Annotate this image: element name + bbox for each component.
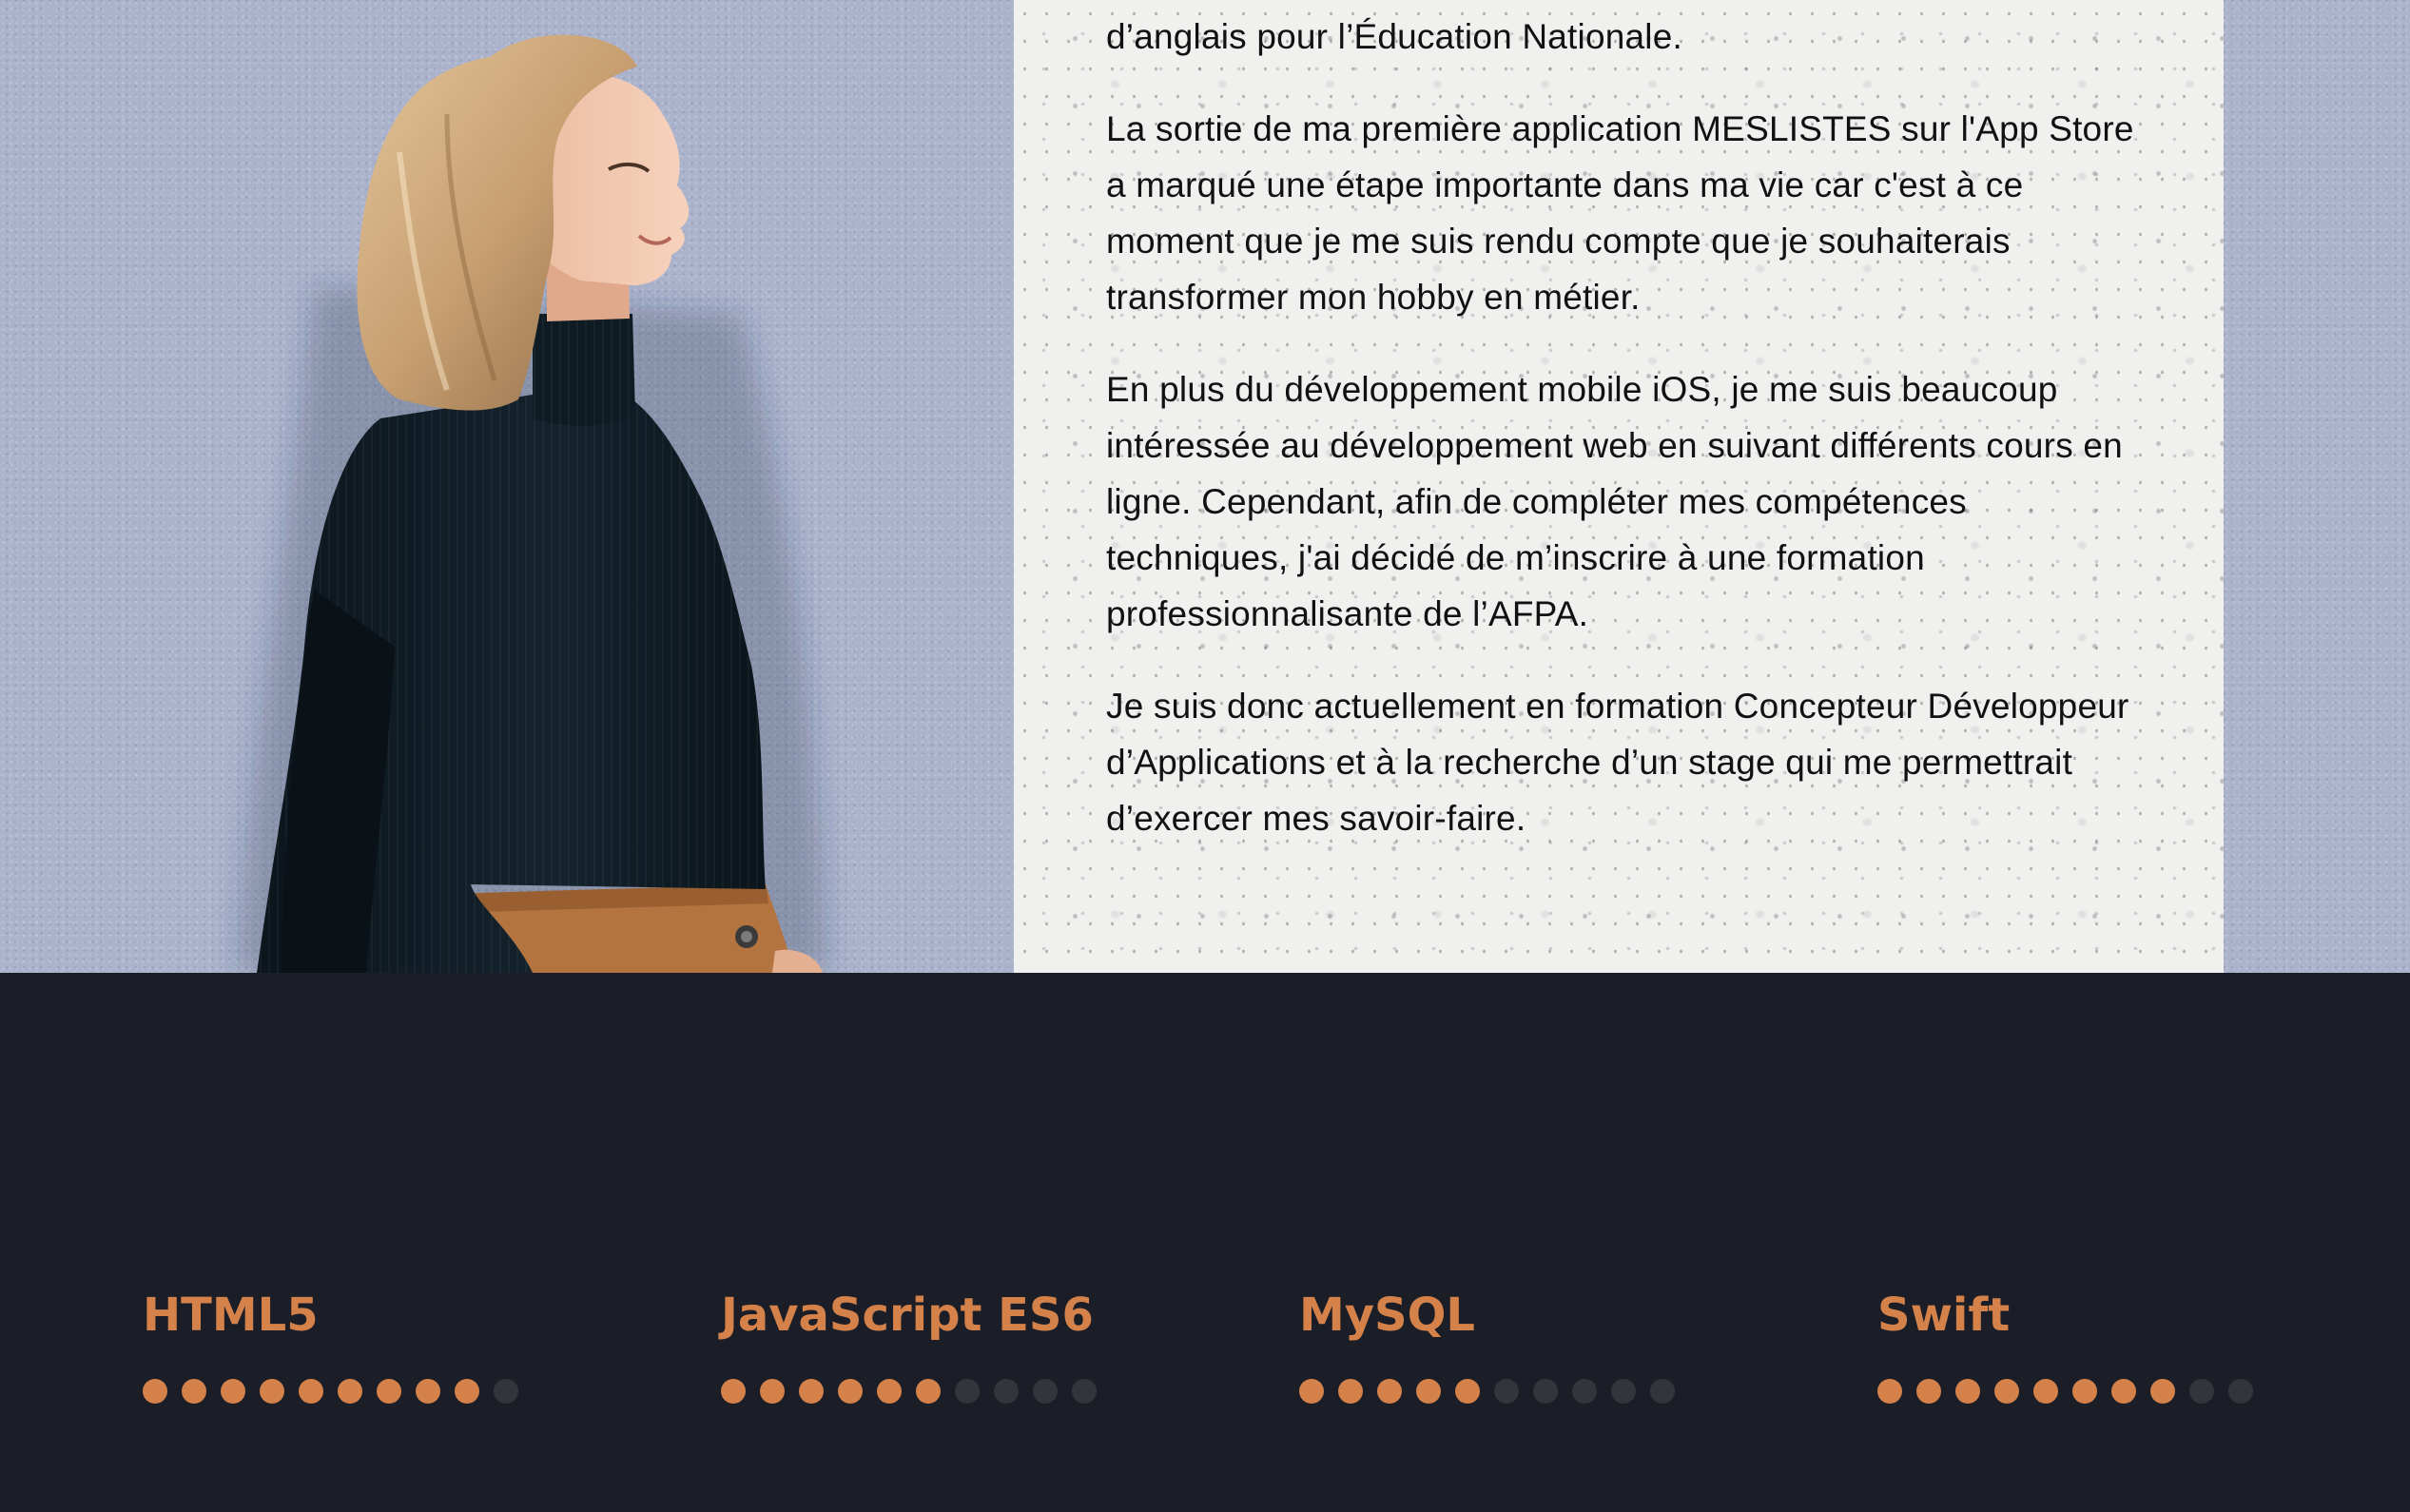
portrait-photo — [0, 0, 1014, 973]
rating-dot-filled — [1877, 1379, 1902, 1404]
rating-dot-empty — [1072, 1379, 1097, 1404]
skill-rating — [721, 1379, 1177, 1404]
rating-dot-filled — [760, 1379, 785, 1404]
rating-dot-empty — [494, 1379, 518, 1404]
rating-dot-filled — [2150, 1379, 2175, 1404]
rating-dot-filled — [1416, 1379, 1441, 1404]
rating-dot-filled — [455, 1379, 479, 1404]
rating-dot-empty — [1533, 1379, 1558, 1404]
rating-dot-filled — [1299, 1379, 1324, 1404]
skill-rating — [143, 1379, 599, 1404]
rating-dot-empty — [994, 1379, 1019, 1404]
rating-dot-empty — [2189, 1379, 2214, 1404]
rating-dot-filled — [260, 1379, 284, 1404]
bio-paragraph-2: La sortie de ma première application MES… — [1106, 109, 2134, 317]
rating-dot-empty — [1494, 1379, 1519, 1404]
rating-dot-filled — [799, 1379, 824, 1404]
rating-dot-filled — [1955, 1379, 1980, 1404]
portrait-illustration — [238, 34, 827, 973]
bio-paragraph-1: d’anglais pour l’Éducation Nationale. — [1106, 17, 1682, 56]
rating-dot-filled — [377, 1379, 401, 1404]
rating-dot-empty — [955, 1379, 980, 1404]
rating-dot-filled — [1377, 1379, 1402, 1404]
skill-rating — [1877, 1379, 2334, 1404]
skills-section: HTML5 JavaScript ES6 MySQL Swift — [0, 973, 2410, 1512]
rating-dot-filled — [182, 1379, 206, 1404]
skill-mysql: MySQL — [1299, 1287, 1756, 1404]
rating-dot-filled — [338, 1379, 362, 1404]
skill-swift: Swift — [1877, 1287, 2334, 1404]
rating-dot-filled — [416, 1379, 440, 1404]
skill-html5: HTML5 — [143, 1287, 599, 1404]
rating-dot-empty — [1572, 1379, 1597, 1404]
rating-dot-filled — [1916, 1379, 1941, 1404]
rating-dot-filled — [1455, 1379, 1480, 1404]
bio-text: d’anglais pour l’Éducation Nationale. La… — [1106, 0, 2143, 882]
rating-dot-empty — [1650, 1379, 1675, 1404]
skill-name: HTML5 — [143, 1289, 319, 1342]
bio-paragraph-3: En plus du développement mobile iOS, je … — [1106, 370, 2123, 633]
rating-dot-filled — [877, 1379, 902, 1404]
bio-paragraph-4: Je suis donc actuellement en formation C… — [1106, 687, 2129, 838]
rating-dot-filled — [221, 1379, 245, 1404]
rating-dot-filled — [2111, 1379, 2136, 1404]
rating-dot-filled — [721, 1379, 746, 1404]
rating-dot-filled — [916, 1379, 941, 1404]
rating-dot-empty — [1033, 1379, 1058, 1404]
rating-dot-filled — [1994, 1379, 2019, 1404]
rating-dot-filled — [299, 1379, 323, 1404]
rating-dot-empty — [1611, 1379, 1636, 1404]
rating-dot-filled — [2072, 1379, 2097, 1404]
rating-dot-filled — [143, 1379, 167, 1404]
skill-name: MySQL — [1299, 1289, 1476, 1342]
about-section: d’anglais pour l’Éducation Nationale. La… — [0, 0, 2410, 973]
bio-card: d’anglais pour l’Éducation Nationale. La… — [1014, 0, 2224, 973]
skill-name: Swift — [1877, 1289, 2011, 1342]
rating-dot-filled — [1338, 1379, 1363, 1404]
skill-rating — [1299, 1379, 1756, 1404]
rating-dot-empty — [2228, 1379, 2253, 1404]
skill-javascript: JavaScript ES6 — [721, 1287, 1177, 1404]
rating-dot-filled — [838, 1379, 863, 1404]
skill-name: JavaScript ES6 — [721, 1289, 1094, 1342]
rating-dot-filled — [2033, 1379, 2058, 1404]
